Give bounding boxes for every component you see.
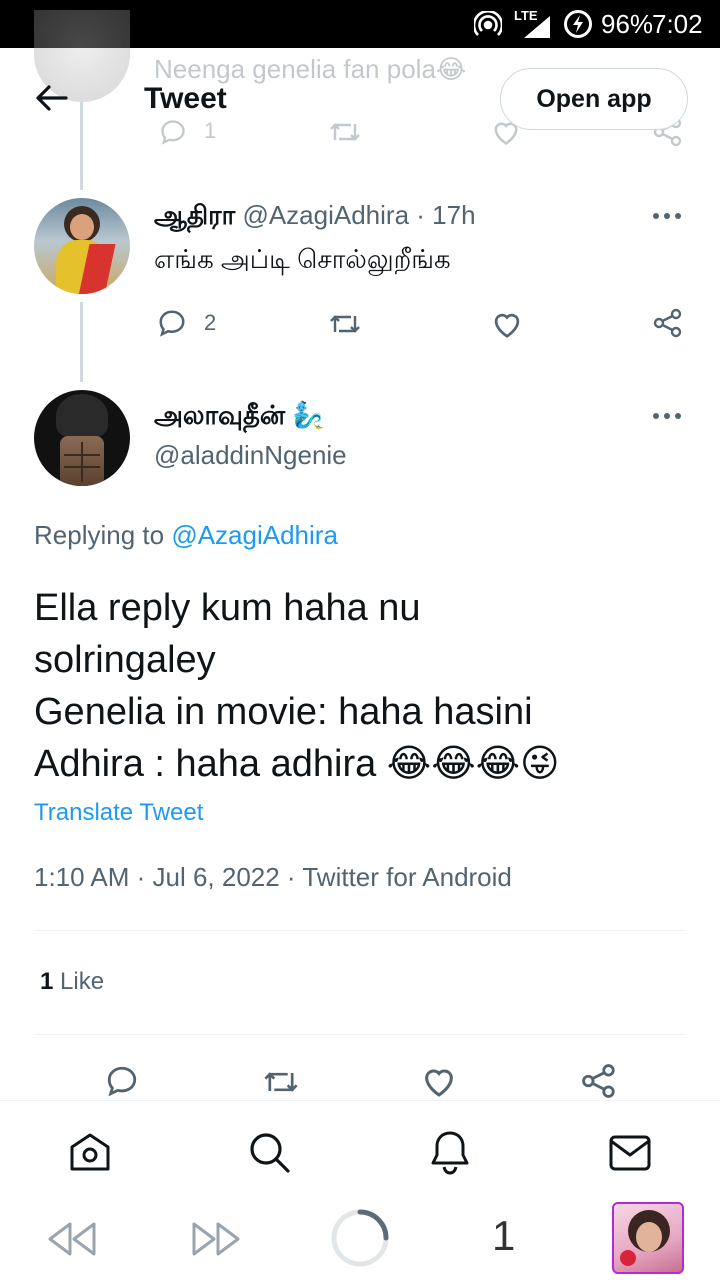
hotspot-icon (474, 11, 502, 39)
reply-tweet-time[interactable]: · 17h (416, 200, 475, 230)
like-label: Like (53, 968, 105, 995)
reply-tweet-avatar[interactable] (34, 198, 130, 294)
tab-count[interactable]: 1 (492, 1212, 515, 1260)
reply-retweet-icon[interactable] (328, 310, 362, 338)
main-author-handle[interactable]: @aladdinNgenie (154, 440, 347, 471)
main-tweet-text: Ella reply kum haha nu solringaley Genel… (34, 582, 560, 790)
divider (34, 1034, 686, 1035)
clock: 7:02 (652, 9, 703, 39)
reply-share-icon[interactable] (652, 307, 684, 339)
reply-author-name[interactable]: ஆதிரா (154, 200, 235, 230)
like-stats[interactable]: 1 Like (40, 968, 104, 996)
main-tweet-avatar[interactable] (34, 390, 130, 486)
open-app-label: Open app (536, 84, 652, 113)
reply-like-icon[interactable] (490, 309, 524, 339)
like-count: 1 (40, 968, 54, 995)
replying-to-prefix: Replying to (34, 520, 172, 550)
main-reply-icon[interactable] (104, 1064, 140, 1098)
home-icon[interactable] (68, 1131, 112, 1173)
replying-to-handle[interactable]: @AzagiAdhira (171, 520, 338, 550)
tweet-line: Ella reply kum haha nu (34, 587, 421, 629)
tweet-line: Genelia in movie: haha hasini (34, 691, 533, 733)
browser-nav-bar: 1 (0, 1196, 720, 1280)
reply-author-handle[interactable]: @AzagiAdhira (242, 200, 409, 230)
rewind-icon[interactable] (46, 1220, 98, 1258)
fast-forward-icon[interactable] (190, 1220, 242, 1258)
tweet-line: Adhira : haha adhira 😂😂😂😜 (34, 743, 560, 785)
battery-percent: 96% (601, 9, 654, 39)
reply-reply-count: 2 (204, 310, 217, 335)
reply-reply-icon[interactable] (156, 308, 188, 338)
divider (34, 930, 686, 931)
tweet-line: solringaley (34, 639, 216, 681)
main-like-icon[interactable] (420, 1064, 458, 1098)
tweet-header: Tweet Open app (0, 48, 720, 150)
back-arrow-icon[interactable] (34, 82, 70, 114)
main-share-icon[interactable] (580, 1062, 618, 1100)
messages-icon[interactable] (608, 1133, 652, 1173)
signal-icon (522, 14, 552, 40)
reply-tweet-text: எங்க அப்டி சொல்லுறீங்க (154, 244, 451, 274)
main-more-icon[interactable] (652, 408, 682, 424)
thread-line-mid (80, 302, 83, 382)
bottom-nav (0, 1100, 720, 1196)
main-author-name[interactable]: அலாவுதீன் 🧞‍♂️ (154, 400, 325, 434)
translate-tweet-link[interactable]: Translate Tweet (34, 799, 203, 827)
tweet-meta: 1:10 AM · Jul 6, 2022 · Twitter for Andr… (34, 862, 512, 892)
reply-tweet-header: ஆதிரா @AzagiAdhira · 17h (154, 200, 476, 234)
notifications-icon[interactable] (428, 1129, 472, 1175)
open-app-button[interactable]: Open app (500, 68, 688, 130)
search-icon[interactable] (248, 1131, 292, 1175)
main-retweet-icon[interactable] (262, 1066, 300, 1098)
reply-more-icon[interactable] (652, 208, 682, 224)
battery-saver-icon (563, 9, 593, 39)
profile-thumbnail[interactable] (612, 1202, 684, 1274)
page-title: Tweet (144, 82, 227, 115)
replying-to: Replying to @AzagiAdhira (34, 520, 338, 551)
loading-spinner-icon[interactable] (330, 1208, 390, 1268)
